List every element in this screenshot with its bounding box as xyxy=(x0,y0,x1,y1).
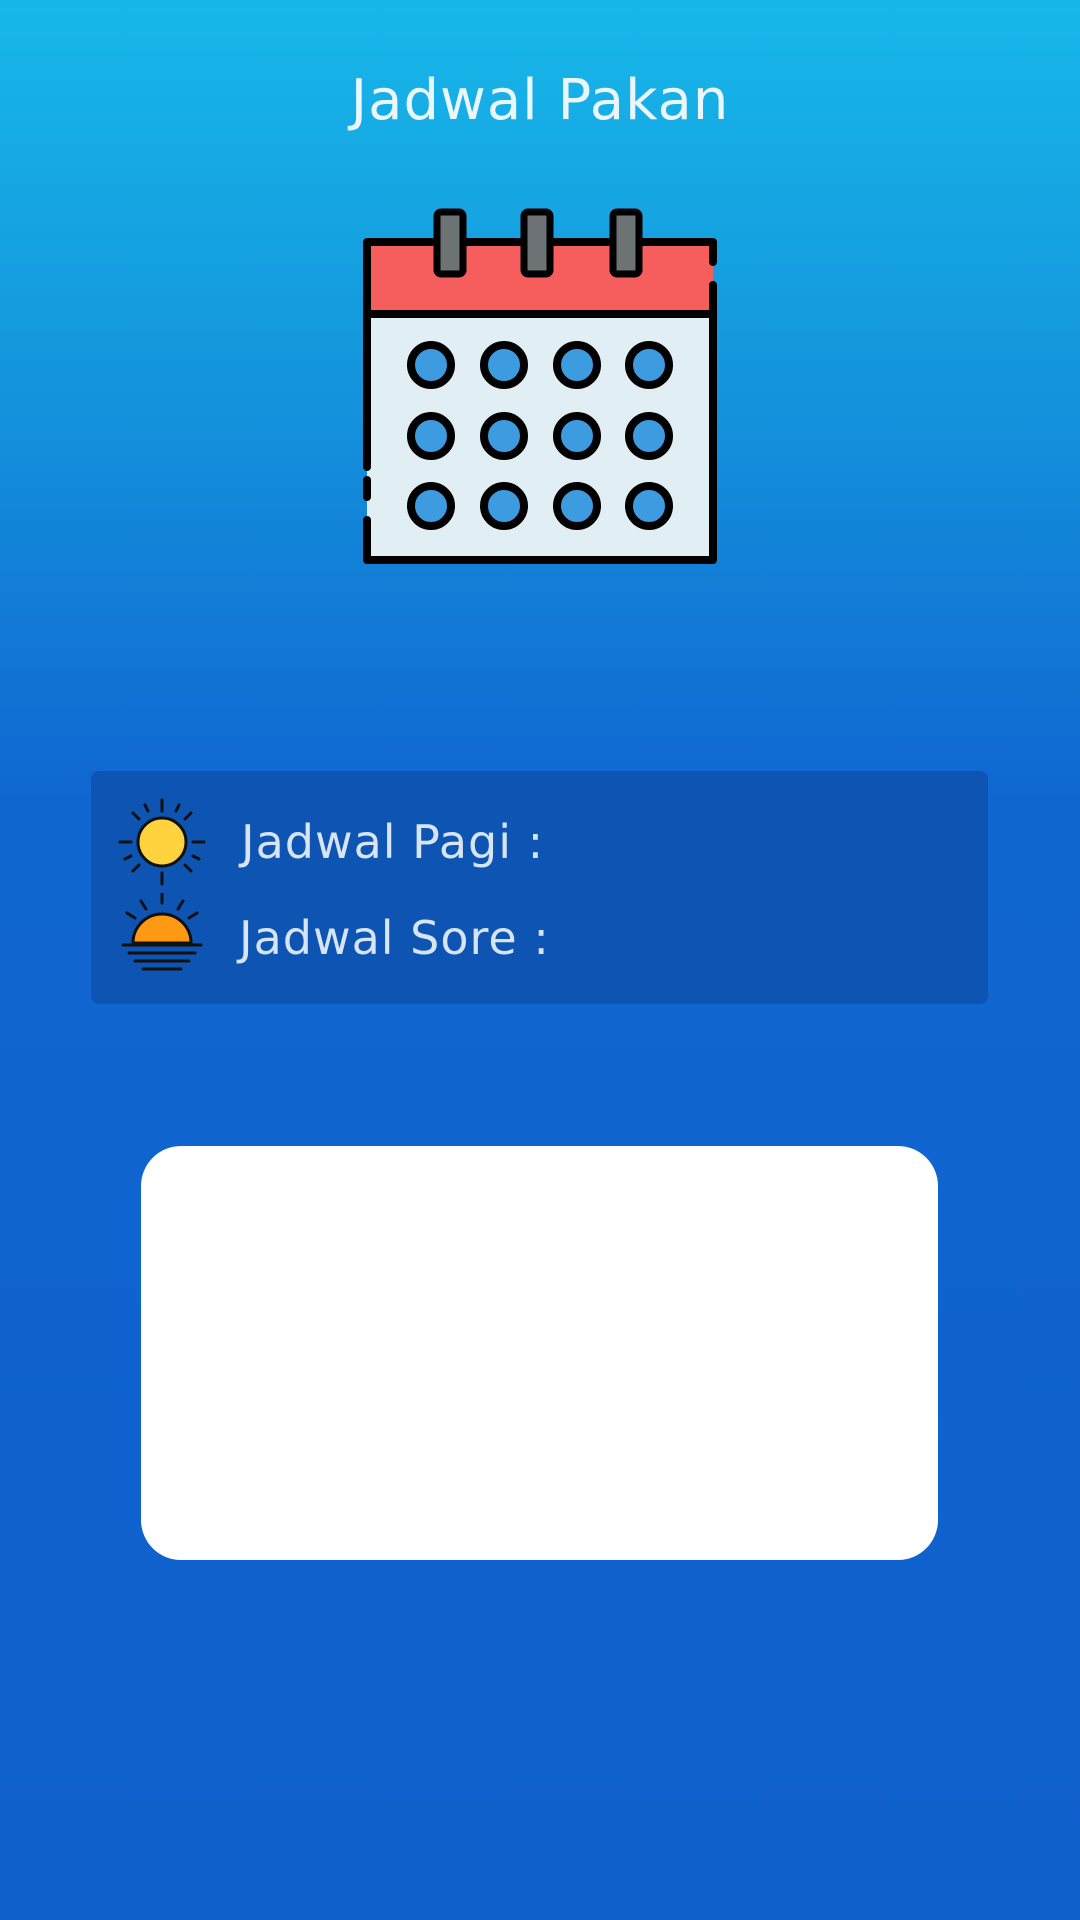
sunset-icon xyxy=(121,893,203,971)
sun-icon xyxy=(118,798,206,886)
calendar-icon xyxy=(363,208,717,564)
evening-schedule-row: Jadwal Sore : xyxy=(91,893,988,983)
morning-schedule-label: Jadwal Pagi : xyxy=(241,815,545,869)
schedule-panel: Jadwal Pagi : Jadwal Sore : xyxy=(91,771,988,1004)
morning-schedule-row: Jadwal Pagi : xyxy=(91,797,988,887)
schedule-card[interactable] xyxy=(141,1146,938,1560)
page-title: Jadwal Pakan xyxy=(350,68,730,133)
evening-schedule-label: Jadwal Sore : xyxy=(239,911,550,965)
